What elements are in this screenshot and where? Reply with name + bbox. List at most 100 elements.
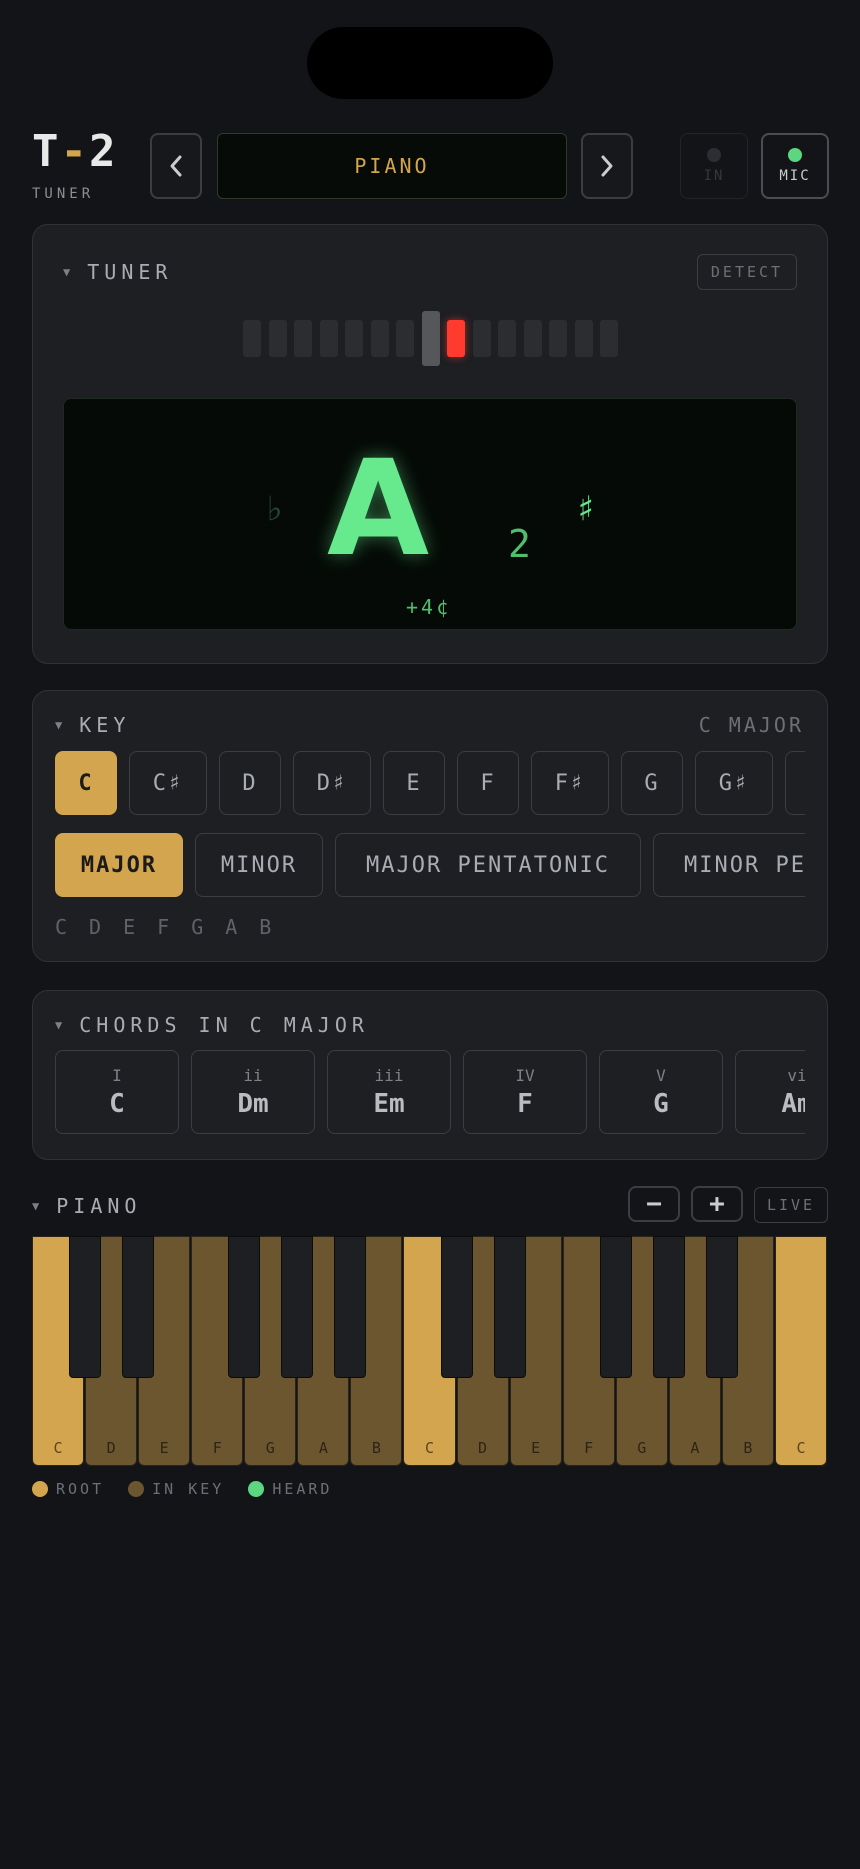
root-note-button[interactable]: F bbox=[457, 751, 519, 815]
legend-swatch bbox=[32, 1481, 48, 1497]
root-selector: CC♯DD♯EFF♯GG♯A bbox=[55, 751, 805, 817]
piano-black-key[interactable] bbox=[334, 1236, 367, 1378]
chord-card[interactable]: ii Dm bbox=[191, 1050, 315, 1134]
legend-swatch bbox=[248, 1481, 265, 1497]
root-note-button[interactable]: G bbox=[621, 751, 683, 815]
app-subtitle: TUNER bbox=[32, 186, 95, 202]
next-preset-button[interactable] bbox=[581, 133, 633, 199]
legend-item: ROOT bbox=[32, 1480, 104, 1498]
chord-card[interactable]: vi Am bbox=[735, 1050, 805, 1134]
meter-segment bbox=[600, 320, 618, 357]
scale-notes: CDEFGAB bbox=[55, 915, 293, 939]
piano-key-label: B bbox=[743, 1439, 753, 1457]
meter-segment bbox=[498, 320, 516, 357]
root-note-button[interactable]: D bbox=[219, 751, 281, 815]
piano-key-label: E bbox=[159, 1439, 169, 1457]
root-note-button[interactable]: F♯ bbox=[531, 751, 609, 815]
chord-name: Am bbox=[781, 1088, 805, 1119]
chord-card[interactable]: IV F bbox=[463, 1050, 587, 1134]
meter-segment bbox=[549, 320, 567, 357]
piano-black-key[interactable] bbox=[440, 1236, 473, 1378]
chord-name: G bbox=[653, 1088, 669, 1119]
selected-key: C MAJOR bbox=[698, 713, 804, 737]
scale-note: A bbox=[225, 915, 240, 939]
live-button[interactable]: LIVE bbox=[754, 1187, 828, 1223]
piano-keyboard: CDEFGABCDEFGABC bbox=[32, 1236, 828, 1466]
input-in-label: IN bbox=[703, 168, 725, 184]
piano-black-key[interactable] bbox=[69, 1236, 102, 1378]
legend-label: IN KEY bbox=[152, 1480, 225, 1498]
tuner-title: TUNER bbox=[87, 260, 173, 284]
tuner-section-toggle[interactable]: ▼ TUNER bbox=[63, 260, 172, 284]
legend-item: IN KEY bbox=[128, 1480, 224, 1498]
chords-section-toggle[interactable]: ▼ CHORDS IN C MAJOR bbox=[55, 1013, 369, 1037]
meter-segment bbox=[447, 320, 465, 357]
meter-segment bbox=[396, 320, 414, 357]
mic-status-icon bbox=[788, 148, 802, 162]
scale-note: B bbox=[259, 915, 274, 939]
piano-legend: ROOT IN KEY HEARD bbox=[32, 1480, 356, 1498]
root-note-button[interactable]: E bbox=[383, 751, 445, 815]
preset-display[interactable]: PIANO bbox=[217, 133, 567, 199]
meter-segment bbox=[243, 320, 261, 357]
root-note-button[interactable]: D♯ bbox=[293, 751, 371, 815]
octave-down-button[interactable]: − bbox=[628, 1186, 680, 1222]
piano-black-key[interactable] bbox=[705, 1236, 738, 1378]
piano-black-key[interactable] bbox=[493, 1236, 526, 1378]
sharp-indicator: ♯ bbox=[575, 489, 597, 530]
chord-degree: vi bbox=[787, 1065, 805, 1085]
piano-key-label: C bbox=[796, 1439, 806, 1457]
piano-key-label: C bbox=[53, 1439, 63, 1457]
chevron-left-icon bbox=[170, 155, 182, 177]
input-mic-button[interactable]: MIC bbox=[761, 133, 829, 199]
scale-note: D bbox=[89, 915, 104, 939]
legend-label: HEARD bbox=[272, 1480, 333, 1498]
meter-segment bbox=[472, 320, 491, 357]
prev-preset-button[interactable] bbox=[150, 133, 202, 199]
piano-black-key[interactable] bbox=[281, 1236, 314, 1378]
meter-segment bbox=[523, 320, 542, 357]
app-logo: T-2 bbox=[32, 126, 118, 177]
chord-list: I Cii Dm iii Em IV F V G vi Am bbox=[55, 1050, 805, 1136]
legend-item: HEARD bbox=[248, 1480, 332, 1498]
scale-type-button[interactable]: MINOR PENTATONIC bbox=[653, 833, 805, 897]
meter-segment bbox=[268, 320, 287, 357]
piano-black-key[interactable] bbox=[599, 1236, 632, 1378]
piano-key-label: F bbox=[584, 1439, 594, 1457]
collapse-triangle-icon: ▼ bbox=[55, 718, 68, 732]
collapse-triangle-icon: ▼ bbox=[55, 1018, 68, 1032]
piano-key-label: G bbox=[265, 1439, 275, 1457]
piano-white-key[interactable]: C bbox=[774, 1236, 827, 1466]
scale-type-button[interactable]: MAJOR PENTATONIC bbox=[335, 833, 641, 897]
scale-type-button[interactable]: MINOR bbox=[195, 833, 323, 897]
chord-card[interactable]: IC bbox=[55, 1050, 179, 1134]
piano-section-toggle[interactable]: ▼ PIANO bbox=[32, 1194, 141, 1218]
chord-card[interactable]: VG bbox=[599, 1050, 723, 1134]
octave-up-button[interactable]: + bbox=[691, 1186, 743, 1222]
key-title: KEY bbox=[79, 713, 131, 737]
detect-button[interactable]: DETECT bbox=[697, 254, 797, 290]
piano-key-label: A bbox=[690, 1439, 700, 1457]
legend-swatch bbox=[128, 1481, 145, 1497]
key-section-toggle[interactable]: ▼ KEY bbox=[55, 713, 130, 737]
root-note-button[interactable]: C♯ bbox=[129, 751, 207, 815]
piano-black-key[interactable] bbox=[228, 1236, 261, 1378]
scale-note: G bbox=[191, 915, 206, 939]
camera-notch bbox=[307, 27, 553, 99]
chord-degree: iii bbox=[374, 1065, 404, 1085]
meter-segment bbox=[370, 320, 389, 357]
input-in-button[interactable]: IN bbox=[680, 133, 748, 199]
chord-degree: I bbox=[112, 1065, 122, 1085]
chord-degree: IV bbox=[515, 1065, 535, 1085]
piano-key-label: D bbox=[106, 1439, 116, 1457]
piano-black-key[interactable] bbox=[122, 1236, 155, 1378]
root-note-button[interactable]: A bbox=[785, 751, 805, 815]
scale-type-button[interactable]: MAJOR bbox=[55, 833, 183, 897]
chord-name: Em bbox=[373, 1088, 405, 1119]
root-note-button[interactable]: C bbox=[55, 751, 117, 815]
piano-black-key[interactable] bbox=[652, 1236, 685, 1378]
chord-name: Dm bbox=[237, 1088, 269, 1119]
chord-card[interactable]: iii Em bbox=[327, 1050, 451, 1134]
root-note-button[interactable]: G♯ bbox=[695, 751, 773, 815]
collapse-triangle-icon: ▼ bbox=[63, 265, 76, 279]
